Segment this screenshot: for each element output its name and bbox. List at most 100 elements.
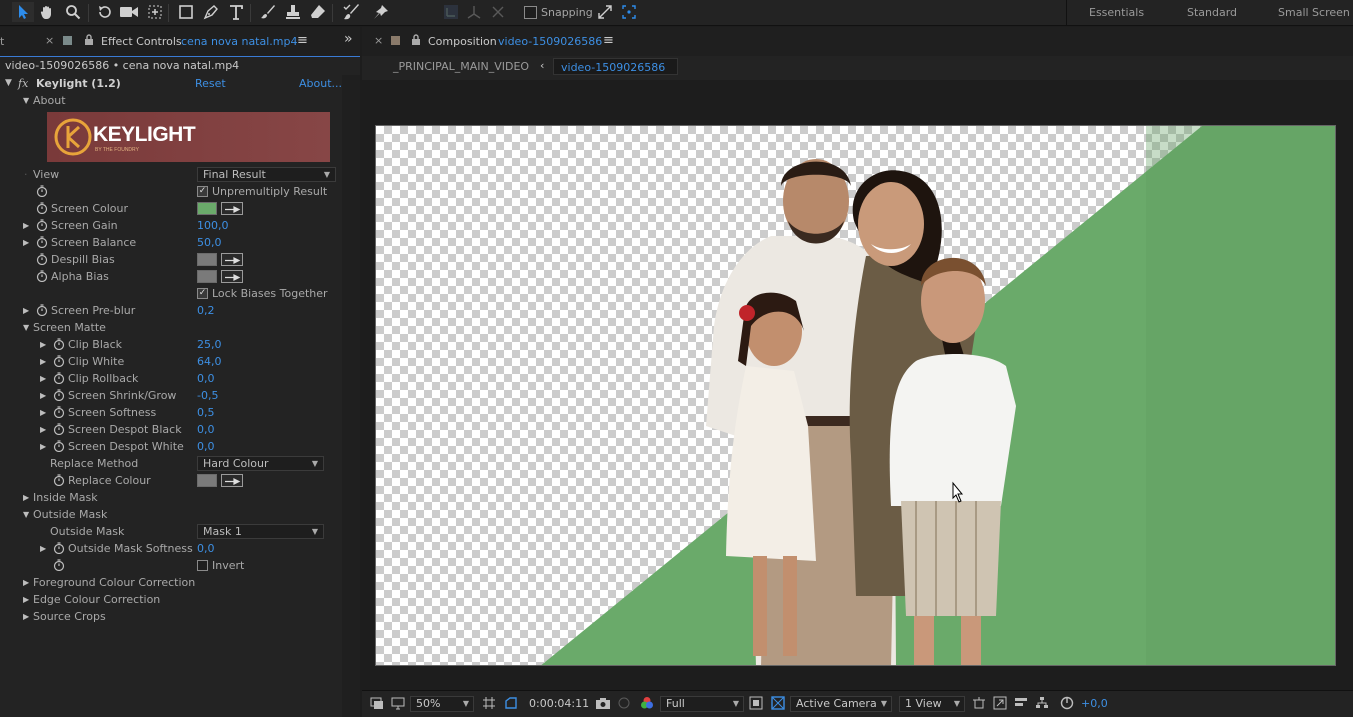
screen-preblur-value[interactable]: 0,2 xyxy=(197,302,215,319)
view-axis-icon[interactable] xyxy=(487,2,509,22)
snapshot-camera-icon[interactable] xyxy=(595,696,611,712)
always-preview-icon[interactable] xyxy=(370,696,384,712)
panel-menu-icon[interactable]: ≡ xyxy=(603,33,614,48)
clip-rollback-value[interactable]: 0,0 xyxy=(197,370,215,387)
replace-method-dropdown[interactable]: Hard Colour ▼ xyxy=(197,456,324,471)
screen-gain-value[interactable]: 100,0 xyxy=(197,217,229,234)
snapping-checkbox[interactable] xyxy=(524,6,537,19)
expand-triangle-icon[interactable]: ▶ xyxy=(23,217,29,234)
expand-triangle-icon[interactable]: ▶ xyxy=(40,387,46,404)
color-channels-icon[interactable] xyxy=(640,696,654,712)
expand-triangle-icon[interactable]: ▶ xyxy=(40,421,46,438)
unpremultiply-checkbox[interactable]: ✓ xyxy=(197,186,208,197)
outside-mask-dropdown[interactable]: Mask 1 ▼ xyxy=(197,524,324,539)
partial-tab-label[interactable]: t xyxy=(0,35,4,48)
resolution-grid-icon[interactable] xyxy=(482,696,496,712)
clone-stamp-tool-icon[interactable] xyxy=(282,2,304,22)
type-tool-icon[interactable] xyxy=(226,2,248,22)
mask-visibility-icon[interactable] xyxy=(504,696,518,712)
reset-link[interactable]: Reset xyxy=(195,75,226,92)
lock-icon[interactable] xyxy=(411,34,421,48)
eyedropper-icon[interactable] xyxy=(221,474,243,487)
expand-panel-icon[interactable]: » xyxy=(344,31,353,47)
expand-triangle-icon[interactable]: ▶ xyxy=(23,489,29,506)
eyedropper-icon[interactable] xyxy=(221,270,243,283)
nav-current-tab[interactable]: video-1509026586 xyxy=(553,58,678,75)
view-dropdown[interactable]: Final Result ▼ xyxy=(197,167,336,182)
source-crops-section[interactable]: ▶ Source Crops xyxy=(0,608,342,625)
collapse-triangle-icon[interactable]: ▼ xyxy=(23,92,29,109)
alpha-bias-swatch[interactable] xyxy=(197,270,217,283)
snap-edges-icon[interactable] xyxy=(594,2,616,22)
expand-triangle-icon[interactable]: ▶ xyxy=(23,574,29,591)
outside-mask-section[interactable]: ▼ Outside Mask xyxy=(0,506,342,523)
transparency-grid-icon[interactable] xyxy=(771,696,785,712)
expand-triangle-icon[interactable]: ▶ xyxy=(40,438,46,455)
close-icon[interactable]: × xyxy=(374,34,383,47)
reset-exposure-icon[interactable] xyxy=(1060,696,1074,712)
expand-triangle-icon[interactable]: ▶ xyxy=(40,404,46,421)
fast-previews-icon[interactable] xyxy=(993,696,1007,712)
effect-controls-tab-title[interactable]: Effect Controls xyxy=(101,35,182,48)
expand-triangle-icon[interactable]: ▶ xyxy=(40,353,46,370)
resolution-dropdown[interactable]: Full ▼ xyxy=(660,696,744,712)
despill-bias-swatch[interactable] xyxy=(197,253,217,266)
close-icon[interactable]: × xyxy=(45,34,54,47)
collapse-triangle-icon[interactable]: ▼ xyxy=(23,506,29,523)
edge-colour-section[interactable]: ▶ Edge Colour Correction xyxy=(0,591,342,608)
shrink-grow-value[interactable]: -0,5 xyxy=(197,387,218,404)
roto-brush-tool-icon[interactable] xyxy=(340,2,362,22)
expand-triangle-icon[interactable]: ▶ xyxy=(40,336,46,353)
puppet-pin-tool-icon[interactable] xyxy=(370,2,392,22)
expand-triangle-icon[interactable]: ▶ xyxy=(23,234,29,251)
expand-triangle-icon[interactable]: ▶ xyxy=(23,608,29,625)
flowchart-icon[interactable] xyxy=(1035,696,1049,712)
region-of-interest-icon[interactable] xyxy=(749,696,763,712)
composition-tab-title[interactable]: Composition xyxy=(428,35,497,48)
nav-parent-comp[interactable]: _PRINCIPAL_MAIN_VIDEO xyxy=(393,60,529,73)
about-section-row[interactable]: ▼ About xyxy=(0,92,342,109)
selection-tool-icon[interactable] xyxy=(12,2,34,22)
panel-menu-icon[interactable]: ≡ xyxy=(297,33,308,48)
collapse-triangle-icon[interactable]: ▼ xyxy=(23,319,29,336)
eyedropper-icon[interactable] xyxy=(221,253,243,266)
current-time-display[interactable]: 0:00:04:11 xyxy=(529,696,589,712)
about-link[interactable]: About... xyxy=(299,75,342,92)
inside-mask-section[interactable]: ▶ Inside Mask xyxy=(0,489,342,506)
screen-softness-value[interactable]: 0,5 xyxy=(197,404,215,421)
replace-colour-swatch[interactable] xyxy=(197,474,217,487)
fx-icon[interactable]: fx xyxy=(18,75,28,92)
invert-checkbox[interactable] xyxy=(197,560,208,571)
collapse-triangle-icon[interactable]: ▼ xyxy=(5,75,12,92)
screen-matte-section[interactable]: ▼ Screen Matte xyxy=(0,319,342,336)
rectangle-tool-icon[interactable] xyxy=(175,2,197,22)
expand-triangle-icon[interactable]: ▶ xyxy=(40,540,46,557)
despot-white-value[interactable]: 0,0 xyxy=(197,438,215,455)
outside-mask-softness-value[interactable]: 0,0 xyxy=(197,540,215,557)
clip-black-value[interactable]: 25,0 xyxy=(197,336,222,353)
timeline-icon[interactable] xyxy=(1014,696,1028,712)
composition-canvas[interactable] xyxy=(375,125,1336,666)
pan-behind-tool-icon[interactable] xyxy=(144,2,166,22)
eyedropper-icon[interactable] xyxy=(221,202,243,215)
despot-black-value[interactable]: 0,0 xyxy=(197,421,215,438)
show-snapshot-icon[interactable] xyxy=(617,696,631,712)
composition-tab-name[interactable]: video-1509026586 xyxy=(498,35,602,48)
zoom-tool-icon[interactable] xyxy=(62,2,84,22)
expand-triangle-icon[interactable]: ▶ xyxy=(23,591,29,608)
expand-triangle-icon[interactable]: ▶ xyxy=(23,302,29,319)
toggle-pixel-aspect-icon[interactable] xyxy=(972,696,986,712)
lock-icon[interactable] xyxy=(84,34,94,48)
view-layout-dropdown[interactable]: 1 View ▼ xyxy=(899,696,965,712)
screen-colour-swatch[interactable] xyxy=(197,202,217,215)
eraser-tool-icon[interactable] xyxy=(307,2,329,22)
foreground-colour-section[interactable]: ▶ Foreground Colour Correction xyxy=(0,574,342,591)
expand-triangle-icon[interactable]: ▶ xyxy=(40,370,46,387)
effect-controls-tab-file[interactable]: cena nova natal.mp4 xyxy=(181,35,298,48)
pen-tool-icon[interactable] xyxy=(200,2,222,22)
screen-balance-value[interactable]: 50,0 xyxy=(197,234,222,251)
workspace-standard[interactable]: Standard xyxy=(1187,6,1237,19)
clip-white-value[interactable]: 64,0 xyxy=(197,353,222,370)
magnification-dropdown[interactable]: 50% ▼ xyxy=(410,696,474,712)
camera-tool-icon[interactable] xyxy=(118,2,140,22)
